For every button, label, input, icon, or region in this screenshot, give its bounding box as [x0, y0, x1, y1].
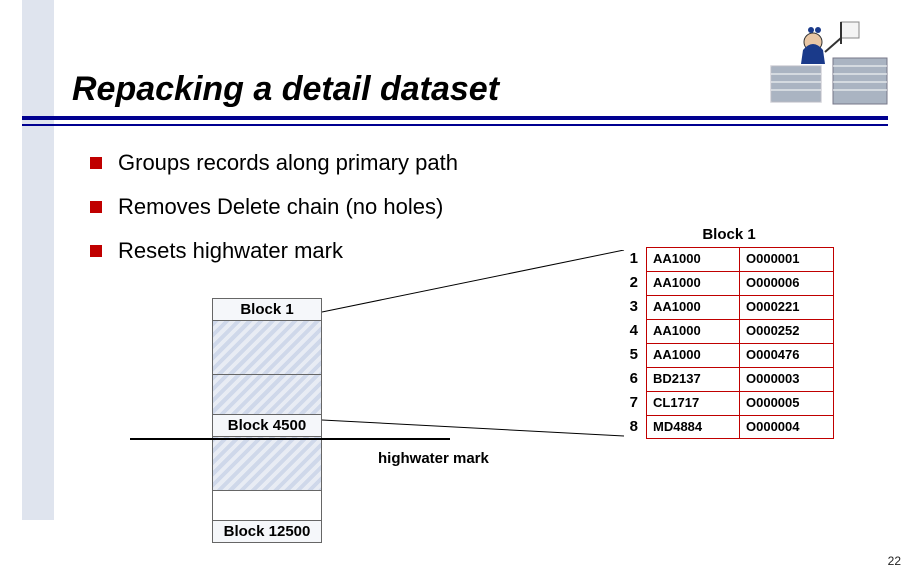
bullet-text: Removes Delete chain (no holes) — [118, 194, 443, 220]
highwater-label: highwater mark — [378, 450, 489, 467]
block-chunk — [212, 437, 322, 491]
cell-key: AA1000 — [646, 247, 740, 271]
bullet-square-icon — [90, 157, 102, 169]
block-chunk-empty — [212, 491, 322, 521]
highwater-line — [130, 438, 450, 440]
row-number: 1 — [624, 247, 646, 271]
cell-value: O000005 — [740, 391, 834, 415]
cell-value: O000001 — [740, 247, 834, 271]
block-label-top: Block 1 — [212, 298, 322, 321]
block-chunk — [212, 321, 322, 375]
cell-key: AA1000 — [646, 319, 740, 343]
cell-key: BD2137 — [646, 367, 740, 391]
row-number: 6 — [624, 367, 646, 391]
data-table: Block 1 1AA1000O0000012AA1000O0000063AA1… — [624, 226, 834, 439]
table-row: 7CL1717O000005 — [624, 391, 834, 415]
table-row: 3AA1000O000221 — [624, 295, 834, 319]
table-row: 2AA1000O000006 — [624, 271, 834, 295]
page-number: 22 — [888, 554, 901, 568]
bullet-text: Resets highwater mark — [118, 238, 343, 264]
cell-value: O000003 — [740, 367, 834, 391]
bullet-item: Removes Delete chain (no holes) — [90, 194, 458, 220]
cell-value: O000004 — [740, 415, 834, 439]
cell-key: AA1000 — [646, 271, 740, 295]
slide-title: Repacking a detail dataset — [72, 70, 499, 109]
cell-value: O000221 — [740, 295, 834, 319]
table-title: Block 1 — [624, 226, 834, 243]
table-row: 8MD4884O000004 — [624, 415, 834, 439]
row-number: 4 — [624, 319, 646, 343]
bullet-square-icon — [90, 201, 102, 213]
block-label-bottom: Block 12500 — [212, 521, 322, 543]
table-row: 4AA1000O000252 — [624, 319, 834, 343]
cell-key: CL1717 — [646, 391, 740, 415]
table-row: 6BD2137O000003 — [624, 367, 834, 391]
bullet-item: Groups records along primary path — [90, 150, 458, 176]
block-label-mid: Block 4500 — [212, 415, 322, 437]
cell-key: MD4884 — [646, 415, 740, 439]
block-diagram: Block 1 Block 4500 Block 12500 — [212, 298, 322, 543]
row-number: 7 — [624, 391, 646, 415]
bullet-list: Groups records along primary path Remove… — [90, 150, 458, 282]
table-row: 1AA1000O000001 — [624, 247, 834, 271]
title-underline — [22, 116, 888, 126]
bullet-text: Groups records along primary path — [118, 150, 458, 176]
bullet-item: Resets highwater mark — [90, 238, 458, 264]
row-number: 2 — [624, 271, 646, 295]
corner-illustration — [763, 8, 893, 108]
cell-key: AA1000 — [646, 343, 740, 367]
left-accent-bar — [22, 0, 54, 520]
bullet-square-icon — [90, 245, 102, 257]
table-row: 5AA1000O000476 — [624, 343, 834, 367]
cell-value: O000252 — [740, 319, 834, 343]
cell-value: O000006 — [740, 271, 834, 295]
block-chunk — [212, 375, 322, 415]
cell-key: AA1000 — [646, 295, 740, 319]
row-number: 3 — [624, 295, 646, 319]
row-number: 8 — [624, 415, 646, 439]
cell-value: O000476 — [740, 343, 834, 367]
row-number: 5 — [624, 343, 646, 367]
